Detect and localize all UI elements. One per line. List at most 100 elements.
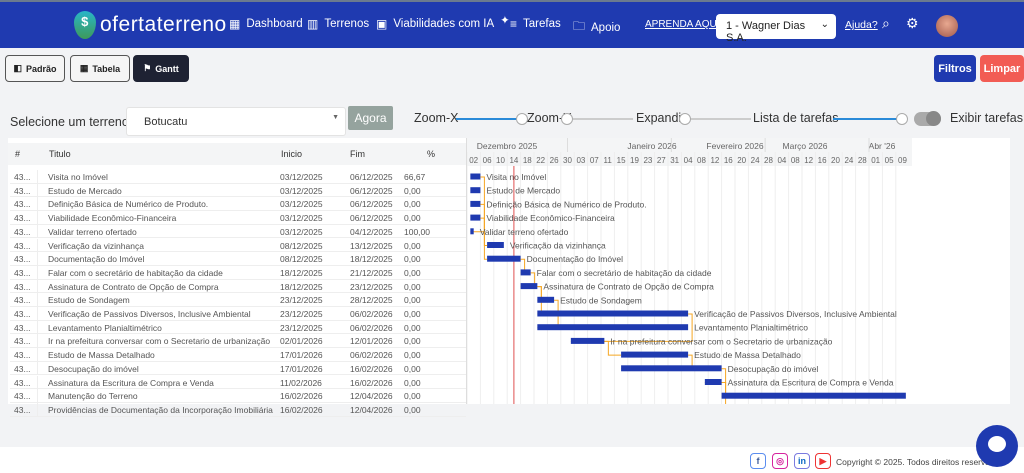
tick-label: 15 xyxy=(617,156,626,165)
board-icon: ◧ xyxy=(13,63,22,73)
facebook-icon[interactable]: f xyxy=(750,453,766,469)
cell: 43... xyxy=(14,281,31,292)
cell: 0,00 xyxy=(404,267,421,278)
zoom-x-slider[interactable] xyxy=(456,118,516,120)
calculator-icon: ▣ xyxy=(376,17,388,31)
table-row[interactable]: 43... Visita no Imóvel 03/12/2025 06/12/202… xyxy=(10,170,466,184)
grid-icon: ▦ xyxy=(229,17,241,31)
cell: 0,00 xyxy=(404,199,421,210)
tick-label: 26 xyxy=(550,156,559,165)
youtube-icon[interactable]: ▶ xyxy=(815,453,831,469)
month-label: Março 2026 xyxy=(783,141,828,151)
table-row[interactable]: 43... Estudo de Mercado 03/12/2025 06/12/20… xyxy=(10,183,466,198)
terreno-select[interactable]: Botucatu ▼ xyxy=(126,107,346,136)
task-bar-label: Ir na prefeitura conversar com o Secreta… xyxy=(610,336,832,346)
cell: 0,00 xyxy=(404,213,421,224)
table-row[interactable]: 43... Ir na prefeitura conversar com o Se… xyxy=(10,334,466,349)
task-bar-label: Verificação de Passivos Diversos, Inclus… xyxy=(694,309,897,319)
exibir-tarefas-toggle[interactable] xyxy=(914,111,941,126)
zoom-y-slider[interactable] xyxy=(573,118,633,120)
linkedin-icon[interactable]: in xyxy=(794,453,810,469)
table-row[interactable]: 43... Falar com o secretário de habitação… xyxy=(10,265,466,280)
tick-label: 20 xyxy=(831,156,840,165)
task-bar-label: Assinatura de Contrato de Opção de Compr… xyxy=(543,282,714,292)
cell: Assinatura de Contrato de Opção de Compr… xyxy=(48,281,219,292)
caret-down-icon: ▼ xyxy=(332,114,339,121)
filtros-button[interactable]: Filtros xyxy=(934,55,976,82)
lista-slider[interactable] xyxy=(833,118,897,120)
view-label: Tabela xyxy=(92,63,121,74)
col-header-fim[interactable]: Fim xyxy=(350,149,365,159)
cell: 0,00 xyxy=(404,254,421,265)
col-header-inicio[interactable]: Inicio xyxy=(281,149,302,159)
agora-button[interactable]: Agora xyxy=(348,106,393,130)
nav-dashboard[interactable]: ▦ Dashboard xyxy=(229,17,303,31)
company-select[interactable]: 1 - Wagner Dias S.A. ⌄ xyxy=(716,14,836,44)
col-header-id[interactable]: # xyxy=(15,149,20,159)
table-row[interactable]: 43... Estudo de Massa Detalhado 17/01/2026… xyxy=(10,348,466,362)
cell: Documentação do Imóvel xyxy=(48,254,145,265)
avatar[interactable] xyxy=(936,15,958,37)
tick-label: 06 xyxy=(483,156,492,165)
expandir-slider[interactable] xyxy=(691,118,751,120)
table-row[interactable]: 43... Manutenção do Terreno 16/02/2026 12/0… xyxy=(10,389,466,403)
tick-label: 30 xyxy=(563,156,572,165)
table-row[interactable]: 43... Documentação do Imóvel 08/12/2025 18/… xyxy=(10,252,466,266)
tick-label: 16 xyxy=(724,156,733,165)
cell: 43... xyxy=(14,350,31,361)
search-icon[interactable]: ⌕ xyxy=(882,15,890,32)
table-row[interactable]: 43... Verificação de Passivos Diversos, I… xyxy=(10,307,466,321)
table-row[interactable]: 43... Viabilidade Econômico-Financeira 03/… xyxy=(10,211,466,225)
task-bar xyxy=(470,200,481,207)
table-icon: ▦ xyxy=(79,63,89,73)
nav-viabilidades[interactable]: ▣ Viabilidades com IA ✦ xyxy=(376,15,510,31)
lista-handle[interactable] xyxy=(896,113,908,125)
tick-label: 01 xyxy=(871,156,880,165)
cell: 23/12/2025 xyxy=(280,295,323,306)
task-bar-label: Levantamento Planialtimétrico xyxy=(694,323,808,333)
tick-label: 02 xyxy=(469,156,478,165)
cell: 06/12/2025 xyxy=(350,185,393,196)
brand-logo[interactable]: $ ofertaterreno xyxy=(74,11,227,39)
col-header-titulo[interactable]: Titulo xyxy=(49,149,71,159)
table-row[interactable]: 43... Validar terreno ofertado 03/12/2025 0… xyxy=(10,224,466,239)
col-header-percent[interactable]: % xyxy=(427,149,435,159)
nav-terrenos[interactable]: ▥ Terrenos xyxy=(307,17,369,31)
table-row[interactable]: 43... Desocupação do imóvel 17/01/2026 16/0… xyxy=(10,361,466,376)
table-row[interactable]: 43... Verificação da vizinhança 08/12/2025… xyxy=(10,238,466,253)
expandir-handle[interactable] xyxy=(679,113,691,125)
zoom-y-handle[interactable] xyxy=(561,113,573,125)
tick-label: 11 xyxy=(604,156,613,165)
limpar-button[interactable]: Limpar xyxy=(980,55,1024,82)
task-bar-label: Viabilidade Econômico-Financeira xyxy=(486,213,615,223)
cell: 13/12/2025 xyxy=(350,240,393,251)
cell: 0,00 xyxy=(404,281,421,292)
task-bar-label: Verificação da vizinhança xyxy=(510,241,606,251)
task-bar xyxy=(487,255,521,262)
cell: Desocupação do imóvel xyxy=(48,363,139,374)
table-row[interactable]: 43... Definição Básica de Numérico de Pro… xyxy=(10,197,466,212)
view-gantt-button[interactable]: ⚑ Gantt xyxy=(133,55,189,82)
view-padrao-button[interactable]: ◧ Padrão xyxy=(5,55,65,82)
gear-icon[interactable]: ⚙ xyxy=(906,15,919,32)
nav-tarefas[interactable]: ≡ Tarefas xyxy=(510,17,561,31)
tick-label: 14 xyxy=(509,156,518,165)
chevron-down-icon: ⌄ xyxy=(820,19,829,30)
view-tabela-button[interactable]: ▦ Tabela xyxy=(70,55,130,82)
table-row[interactable]: 43... Levantamento Planialtimétrico 23/12/… xyxy=(10,320,466,335)
instagram-icon[interactable]: ◎ xyxy=(772,453,788,469)
table-row[interactable]: 43... Estudo de Sondagem 23/12/2025 28/12/2… xyxy=(10,293,466,307)
cell: 43... xyxy=(14,213,31,224)
tick-label: 28 xyxy=(858,156,867,165)
cell: 43... xyxy=(14,404,31,415)
table-row[interactable]: 43... Assinatura da Escritura de Compra e… xyxy=(10,375,466,390)
tick-label: 09 xyxy=(898,156,907,165)
chat-button[interactable] xyxy=(976,425,1018,467)
table-row[interactable]: 43... Providências de Documentação da Inc… xyxy=(10,402,466,417)
table-row[interactable]: 43... Assinatura de Contrato de Opção de … xyxy=(10,279,466,294)
nav-apoio[interactable]: 🗀 Apoio xyxy=(573,17,620,38)
cell: 0,00 xyxy=(404,336,421,347)
help-link[interactable]: Ajuda? xyxy=(845,19,878,31)
learn-link[interactable]: APRENDA AQUI xyxy=(645,19,719,30)
gantt-chart[interactable]: Dezembro 2025 Janeiro 2026 Fevereiro 2026 M… xyxy=(466,138,912,404)
